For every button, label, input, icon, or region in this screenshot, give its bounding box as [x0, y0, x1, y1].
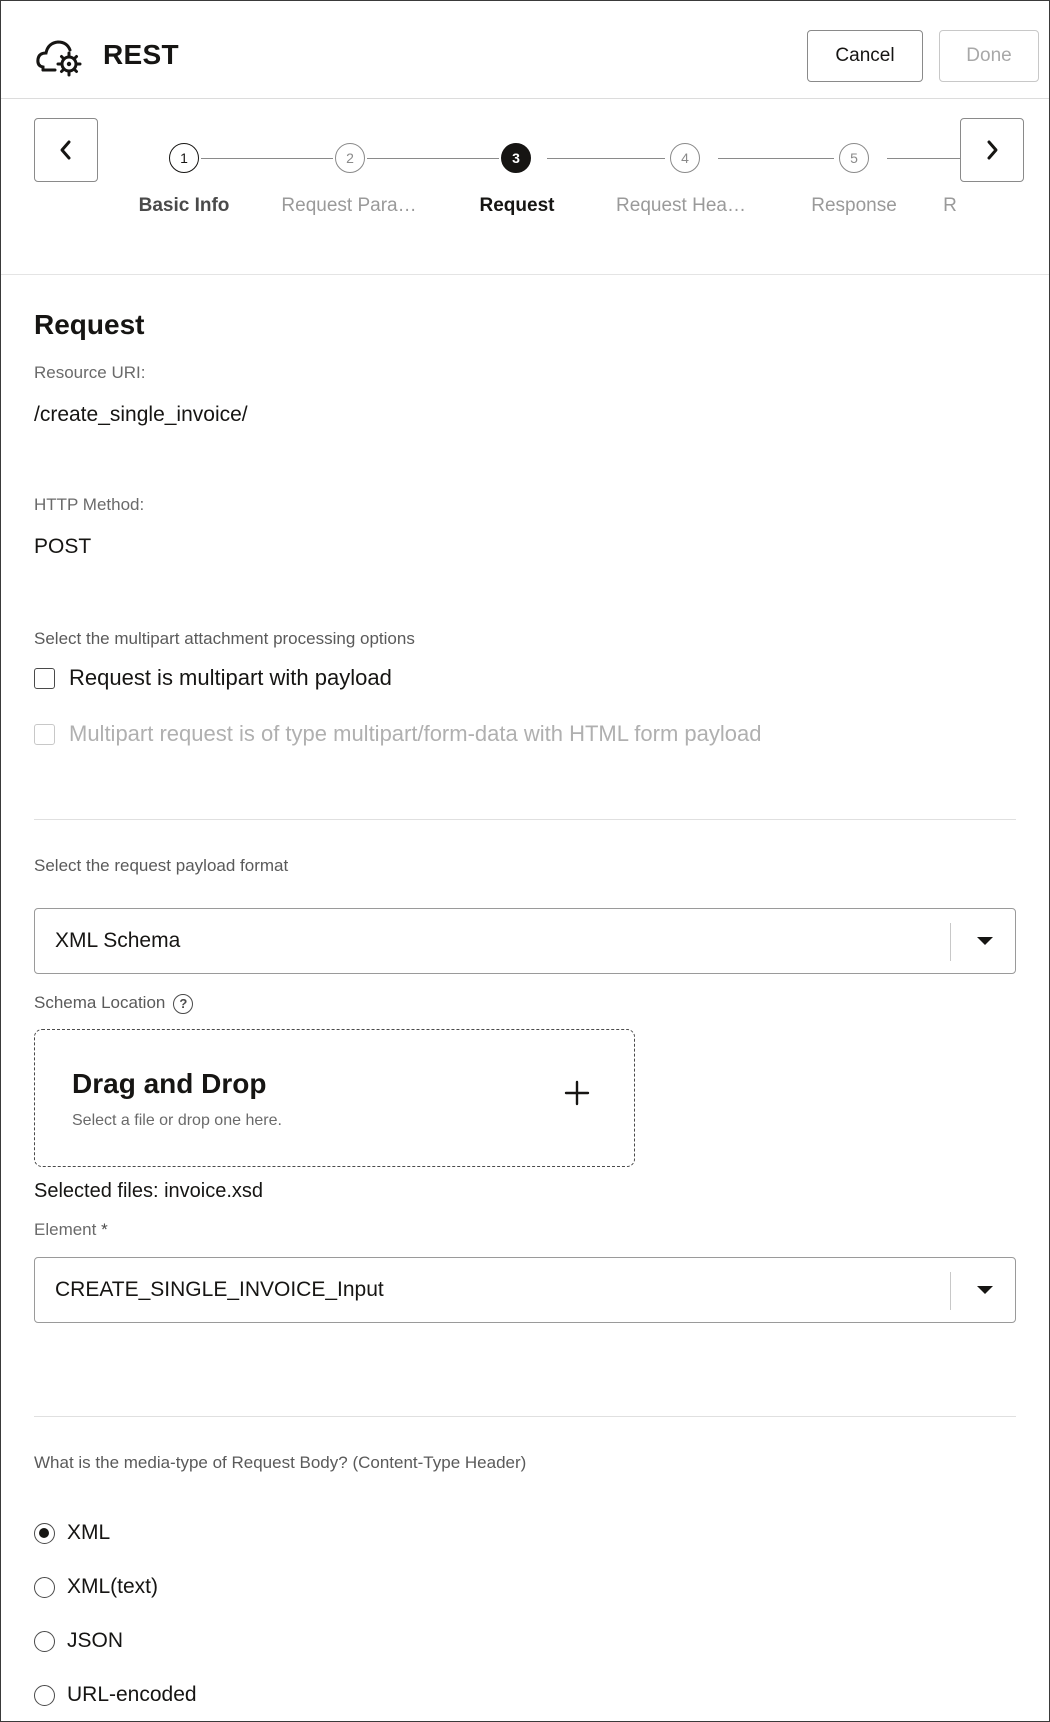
- dropzone-subtitle: Select a file or drop one here.: [72, 1112, 282, 1129]
- http-method-value: POST: [34, 535, 92, 558]
- radio-label: JSON: [67, 1629, 124, 1652]
- next-step-button[interactable]: [960, 118, 1024, 182]
- train-step-3[interactable]: 3: [501, 143, 531, 173]
- selected-files-text: Selected files: invoice.xsd: [34, 1180, 264, 1202]
- train-step-label-request-parameters[interactable]: Request Para…: [269, 195, 429, 217]
- train-step-4[interactable]: 4: [670, 143, 700, 173]
- radio-button[interactable]: [34, 1522, 55, 1544]
- required-marker: *: [101, 1220, 108, 1239]
- train-connector: [718, 158, 834, 159]
- radio-label: URL-encoded: [67, 1683, 197, 1706]
- multipart-with-payload-checkbox[interactable]: Request is multipart with payload: [34, 665, 392, 691]
- train-step-2[interactable]: 2: [335, 143, 365, 173]
- media-type-radio-json[interactable]: JSON: [34, 1629, 123, 1653]
- chevron-left-icon: [60, 140, 71, 160]
- element-label: Element *: [34, 1220, 108, 1240]
- train-step-label-request-headers[interactable]: Request Hea…: [606, 195, 756, 217]
- media-type-radio-xml-text[interactable]: XML(text): [34, 1575, 158, 1599]
- caret-down-icon[interactable]: [977, 1286, 993, 1294]
- element-label-text: Element: [34, 1220, 97, 1239]
- train-connector: [887, 158, 960, 159]
- media-type-radio-url-encoded[interactable]: URL-encoded: [34, 1683, 197, 1707]
- payload-format-select[interactable]: XML Schema: [34, 908, 1016, 974]
- element-select[interactable]: CREATE_SINGLE_INVOICE_Input: [34, 1257, 1016, 1323]
- checkbox-box: [34, 723, 55, 745]
- radio-label: XML(text): [67, 1575, 159, 1598]
- schema-location-label-text: Schema Location: [34, 993, 166, 1012]
- caret-down-icon[interactable]: [977, 937, 993, 945]
- select-separator: [950, 923, 951, 961]
- train-connector: [367, 158, 499, 159]
- train-step-label-basic-info[interactable]: Basic Info: [134, 195, 234, 217]
- radio-button[interactable]: [34, 1684, 55, 1706]
- multipart-helper-text: Select the multipart attachment processi…: [34, 629, 415, 648]
- media-type-question: What is the media-type of Request Body? …: [34, 1453, 527, 1472]
- http-method-label: HTTP Method:: [34, 495, 145, 514]
- schema-location-label: Schema Location?: [34, 993, 194, 1014]
- checkbox-label: Request is multipart with payload: [69, 665, 392, 690]
- section-divider: [34, 819, 1016, 820]
- rest-wizard-panel: REST Cancel Done 1 2 3 4 5 Basic Info Re…: [0, 0, 1050, 1722]
- section-divider: [34, 1416, 1016, 1417]
- checkbox-label: Multipart request is of type multipart/f…: [69, 721, 762, 746]
- radio-label: XML: [67, 1521, 111, 1544]
- select-value: XML Schema: [55, 929, 181, 952]
- plus-icon[interactable]: [562, 1078, 592, 1108]
- payload-format-helper-text: Select the request payload format: [34, 856, 289, 875]
- file-dropzone[interactable]: Drag and Drop Select a file or drop one …: [34, 1029, 635, 1167]
- select-value: CREATE_SINGLE_INVOICE_Input: [55, 1278, 384, 1301]
- radio-button[interactable]: [34, 1576, 55, 1598]
- cloud-gear-icon: [36, 40, 82, 77]
- select-separator: [950, 1272, 951, 1310]
- train-connector: [201, 158, 333, 159]
- dropzone-title: Drag and Drop: [72, 1068, 267, 1099]
- help-icon[interactable]: ?: [173, 993, 194, 1014]
- resource-uri-value: /create_single_invoice/: [34, 403, 248, 426]
- chevron-right-icon: [987, 140, 998, 160]
- train-step-label-review[interactable]: R: [943, 195, 957, 217]
- radio-button[interactable]: [34, 1630, 55, 1652]
- resource-uri-label: Resource URI:: [34, 363, 146, 382]
- wizard-train: 1 2 3 4 5 Basic Info Request Para… Reque…: [1, 99, 1049, 275]
- cancel-button[interactable]: Cancel: [807, 30, 923, 82]
- media-type-radio-xml[interactable]: XML: [34, 1521, 110, 1545]
- previous-step-button[interactable]: [34, 118, 98, 182]
- section-title: Request: [34, 309, 145, 340]
- checkbox-box[interactable]: [34, 667, 55, 689]
- wizard-header: REST Cancel Done: [1, 1, 1049, 99]
- train-step-label-request[interactable]: Request: [465, 195, 569, 217]
- done-button[interactable]: Done: [939, 30, 1039, 82]
- train-step-5[interactable]: 5: [839, 143, 869, 173]
- train-step-1[interactable]: 1: [169, 143, 199, 173]
- train-connector: [547, 158, 665, 159]
- page-title: REST: [103, 39, 179, 70]
- train-step-label-response[interactable]: Response: [801, 195, 907, 217]
- multipart-form-data-checkbox: Multipart request is of type multipart/f…: [34, 721, 761, 747]
